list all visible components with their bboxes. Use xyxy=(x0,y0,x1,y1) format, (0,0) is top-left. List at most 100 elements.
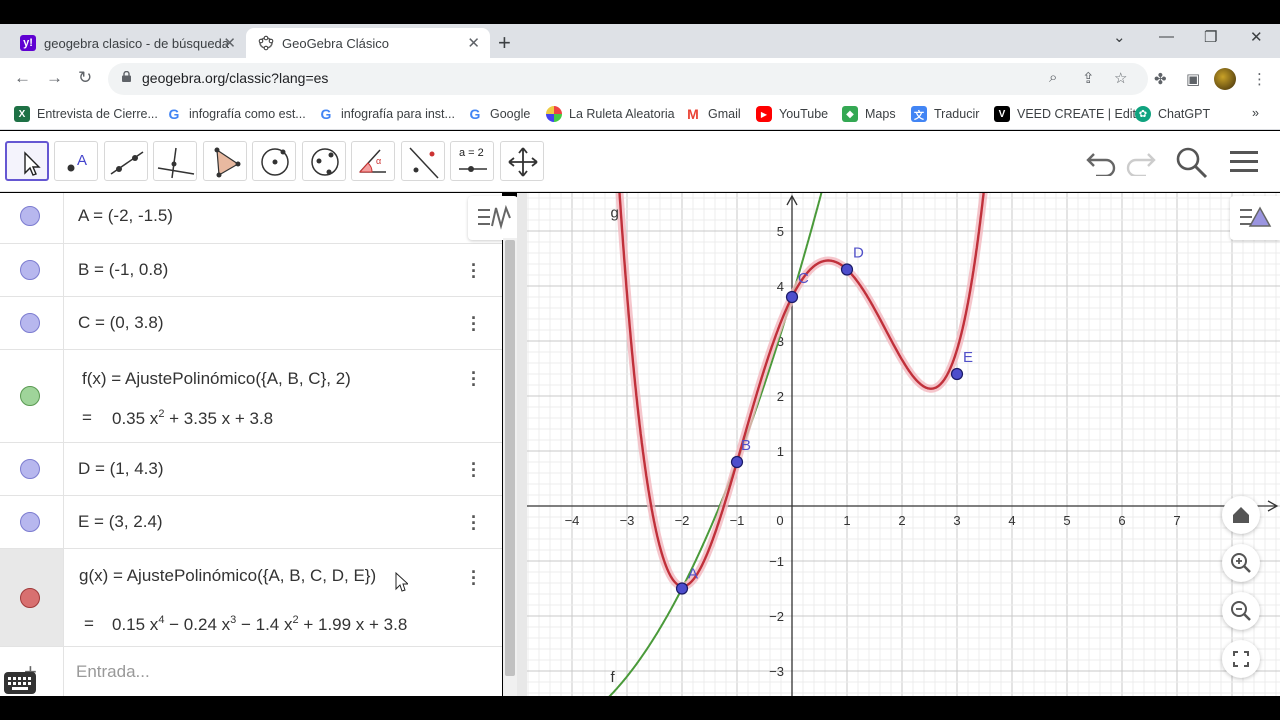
line-tool[interactable] xyxy=(104,141,148,181)
more-options-icon[interactable]: · · · xyxy=(466,364,482,394)
reload-icon[interactable]: ↻ xyxy=(78,68,92,88)
angle-tool[interactable]: α xyxy=(351,141,395,181)
url-field[interactable]: geogebra.org/classic?lang=es ⌕ ⇪ ☆ xyxy=(108,63,1148,95)
url-text: geogebra.org/classic?lang=es xyxy=(142,70,329,86)
algebra-settings-button[interactable] xyxy=(468,196,518,240)
menu-icon[interactable]: ⋮ xyxy=(1252,70,1267,88)
x-tick-label: −3 xyxy=(620,513,635,528)
hamburger-menu-icon[interactable] xyxy=(1228,148,1260,176)
polygon-tool[interactable] xyxy=(203,141,247,181)
algebra-view: A = (-2, -1.5) B = (-1, 0.8) · · · C = (0,… xyxy=(0,193,502,696)
zoom-in-button[interactable] xyxy=(1222,544,1260,582)
chevron-right-icon[interactable]: » xyxy=(1252,106,1259,120)
polygon-icon xyxy=(214,147,241,178)
graphics-view[interactable]: −4 −3 −2 −1 0 1 2 3 4 5 6 7 5 4 3 2 1 −1 −2 −3 f g A B C D E xyxy=(527,193,1280,696)
input-bar[interactable]: Entrada... xyxy=(76,662,150,682)
more-options-icon[interactable]: · · · xyxy=(466,508,482,538)
bookmark-item[interactable]: Ginfografía como est... xyxy=(166,106,306,122)
new-tab-button[interactable]: + xyxy=(498,30,511,56)
address-bar: ← → ↻ geogebra.org/classic?lang=es ⌕ ⇪ ☆… xyxy=(0,58,1280,100)
tab-search[interactable]: y! geogebra clasico - de búsqueda ✕ xyxy=(8,28,246,58)
visibility-marble[interactable] xyxy=(20,206,40,226)
bookmark-item[interactable]: Ginfografía para inst... xyxy=(318,106,455,122)
side-panel-icon[interactable]: ▣ xyxy=(1186,70,1200,88)
fullscreen-button[interactable] xyxy=(1222,640,1260,678)
chevron-down-icon[interactable]: ⌄ xyxy=(1113,28,1126,46)
bookmark-item[interactable]: ▶ YouTube xyxy=(756,106,828,122)
zoom-out-button[interactable] xyxy=(1222,592,1260,630)
undo-icon[interactable] xyxy=(1084,146,1118,176)
algebra-row-e[interactable]: E = (3, 2.4) · · · xyxy=(0,496,502,549)
point-label: D xyxy=(853,245,864,262)
more-options-icon[interactable]: · · · xyxy=(466,309,482,339)
algebra-row-d[interactable]: D = (1, 4.3) · · · xyxy=(0,443,502,496)
bookmark-item[interactable]: X Entrevista de Cierre... xyxy=(14,106,158,122)
bookmark-item[interactable]: 文 Traducir xyxy=(911,106,979,122)
slider-tool[interactable]: a = 2 xyxy=(450,141,494,181)
bookmark-item[interactable]: ✿ ChatGPT xyxy=(1135,106,1210,122)
back-icon[interactable]: ← xyxy=(14,68,31,88)
algebra-settings-icon xyxy=(478,204,511,230)
forward-icon[interactable]: → xyxy=(46,68,63,88)
x-tick-label: 3 xyxy=(953,513,960,528)
equals-sign: = xyxy=(82,408,92,427)
reflect-tool[interactable] xyxy=(401,141,445,181)
more-options-icon[interactable]: · · · xyxy=(466,563,482,593)
home-button[interactable] xyxy=(1222,496,1260,534)
fullscreen-icon xyxy=(1233,651,1249,667)
chatgpt-icon: ✿ xyxy=(1135,106,1151,122)
redo-icon[interactable] xyxy=(1124,146,1158,176)
bookmark-item[interactable]: V VEED CREATE | Edit xyxy=(994,106,1136,122)
algebra-row-g[interactable]: g(x) = AjustePolinómico({A, B, C, D, E})… xyxy=(0,549,502,647)
point-tool[interactable]: A xyxy=(54,141,98,181)
minimize-button[interactable]: — xyxy=(1159,28,1174,45)
close-window-button[interactable]: ✕ xyxy=(1250,28,1263,46)
move-tool[interactable] xyxy=(5,141,49,181)
graphics-settings-button[interactable] xyxy=(1230,196,1280,240)
search-icon[interactable] xyxy=(1174,145,1210,181)
restore-button[interactable]: ❐ xyxy=(1204,28,1217,46)
visibility-marble[interactable] xyxy=(20,512,40,532)
move-view-tool[interactable] xyxy=(500,141,544,181)
tab-geogebra[interactable]: GeoGebra Clásico ✕ xyxy=(246,28,490,58)
more-options-icon[interactable]: · · · xyxy=(466,455,482,485)
view-divider[interactable] xyxy=(517,193,527,696)
y-tick-label: 1 xyxy=(777,444,784,459)
visibility-marble[interactable] xyxy=(20,459,40,479)
algebra-row-f[interactable]: f(x) = AjustePolinómico({A, B, C}, 2) = … xyxy=(0,350,502,443)
algebra-row-c[interactable]: C = (0, 3.8) · · · xyxy=(0,297,502,350)
bookmark-item[interactable]: G Google xyxy=(467,106,531,122)
algebra-text: C = (0, 3.8) xyxy=(78,313,164,332)
extensions-icon[interactable]: ✤ xyxy=(1154,70,1167,88)
point-label: A xyxy=(688,566,698,583)
algebra-input-row[interactable]: + Entrada... xyxy=(0,647,502,696)
curve-label-g: g xyxy=(611,204,619,221)
star-icon[interactable]: ☆ xyxy=(1114,69,1127,87)
visibility-marble[interactable] xyxy=(20,386,40,406)
bookmark-item[interactable]: La Ruleta Aleatoria xyxy=(546,106,675,122)
bookmark-item[interactable]: ◆ Maps xyxy=(842,106,896,122)
more-options-icon[interactable]: · · · xyxy=(466,256,482,286)
bookmark-item[interactable]: M Gmail xyxy=(685,106,741,122)
algebra-text: A = (-2, -1.5) xyxy=(78,206,173,225)
algebra-scrollbar[interactable] xyxy=(503,238,517,696)
zoom-icon[interactable]: ⌕ xyxy=(1049,69,1057,86)
algebra-row-b[interactable]: B = (-1, 0.8) · · · xyxy=(0,244,502,297)
close-icon[interactable]: ✕ xyxy=(223,34,236,52)
graph-canvas[interactable]: −4 −3 −2 −1 0 1 2 3 4 5 6 754321−1−2−3fgABCDE xyxy=(527,193,1280,696)
keyboard-icon[interactable] xyxy=(4,672,36,694)
close-icon[interactable]: ✕ xyxy=(467,34,480,52)
google-icon: G xyxy=(469,106,481,122)
algebra-row-a[interactable]: A = (-2, -1.5) xyxy=(0,193,502,244)
x-tick-label: 7 xyxy=(1173,513,1180,528)
share-icon[interactable]: ⇪ xyxy=(1082,69,1095,87)
visibility-marble[interactable] xyxy=(20,260,40,280)
perpendicular-tool[interactable] xyxy=(153,141,197,181)
visibility-marble[interactable] xyxy=(20,313,40,333)
circle-tool[interactable] xyxy=(252,141,296,181)
y-tick-label: −2 xyxy=(769,609,784,624)
avatar[interactable] xyxy=(1214,68,1236,90)
conic-tool[interactable] xyxy=(302,141,346,181)
zoom-out-icon xyxy=(1231,601,1251,621)
visibility-marble[interactable] xyxy=(20,588,40,608)
